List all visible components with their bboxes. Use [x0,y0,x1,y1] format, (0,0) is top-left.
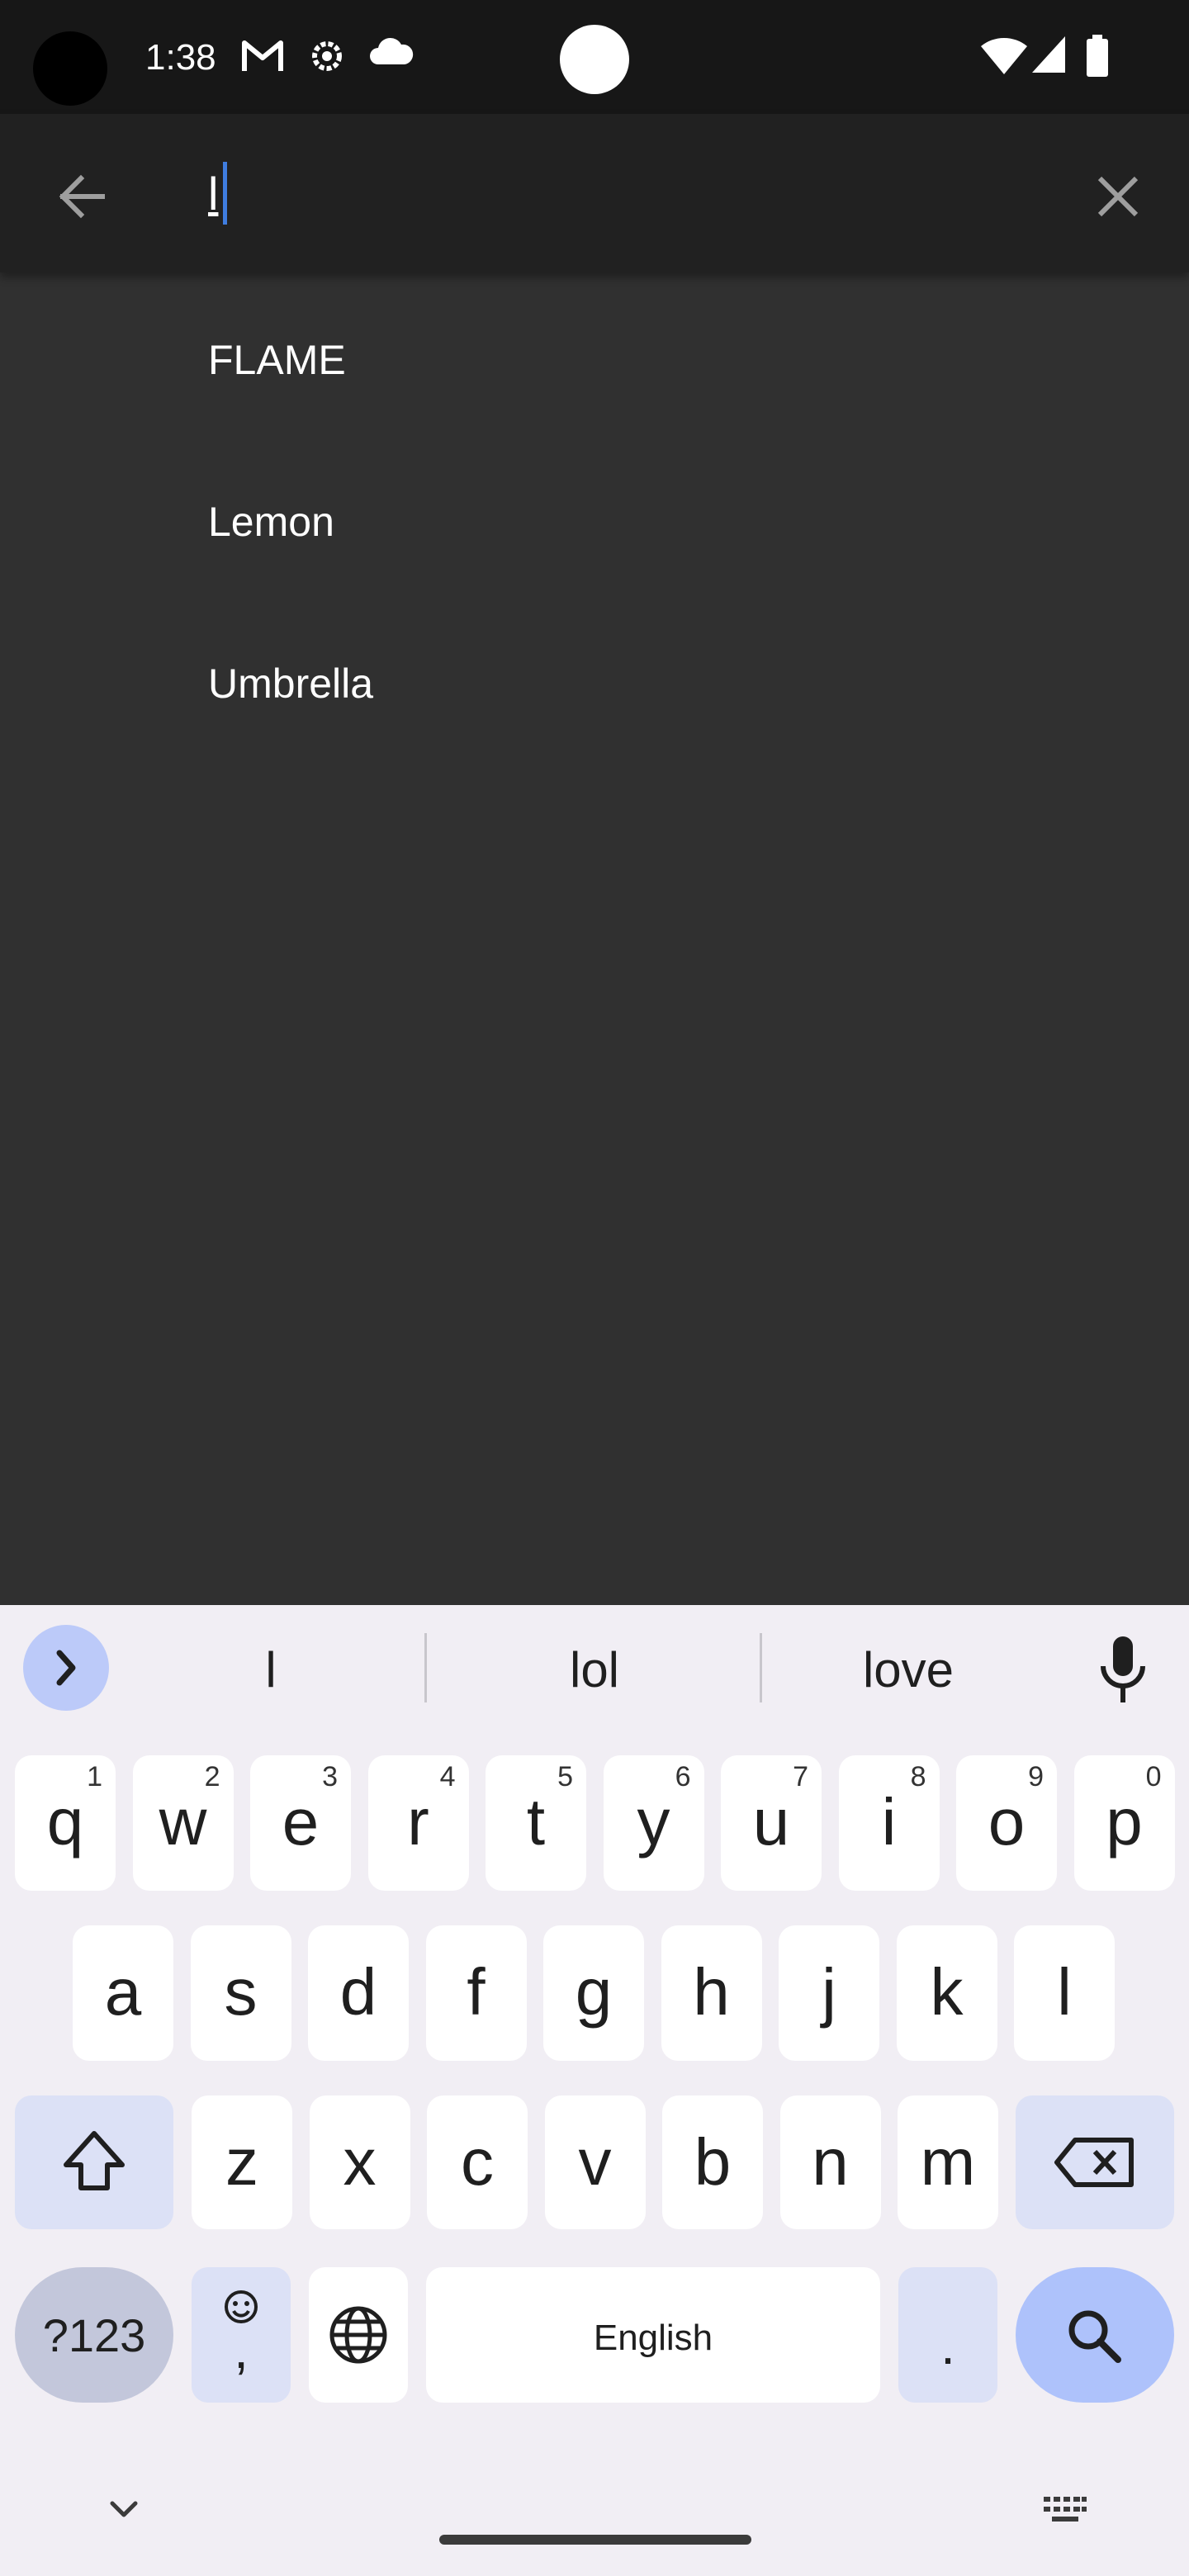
key-label: l [1057,1955,1072,2029]
signal-icon [1032,36,1065,73]
navigation-handle[interactable] [439,2535,751,2545]
prediction-divider [760,1633,762,1702]
symbols-key[interactable]: ?123 [15,2267,173,2403]
language-key[interactable] [309,2267,408,2403]
key-x[interactable]: x [309,2095,410,2229]
symbols-label: ?123 [42,2309,146,2361]
key-label: d [339,1955,377,2029]
key-v[interactable]: v [544,2095,646,2229]
wifi-icon [981,37,1027,74]
toolbar-expand-button[interactable] [23,1625,109,1711]
gmail-icon [242,40,283,71]
search-icon [1068,2310,1121,2363]
key-c[interactable]: c [427,2095,528,2229]
key-w[interactable]: w2 [132,1755,234,1891]
key-f[interactable]: f [425,1925,527,2061]
key-i[interactable]: i8 [838,1755,940,1891]
comma-label: , [234,2320,249,2379]
key-b[interactable]: b [662,2095,763,2229]
front-camera [560,25,629,94]
key-number-hint: 6 [675,1761,691,1792]
key-o[interactable]: o9 [956,1755,1057,1891]
key-label: c [461,2125,494,2199]
key-n[interactable]: n [779,2095,881,2229]
globe-icon [329,2306,387,2364]
prediction-3[interactable]: love [763,1633,1054,1707]
key-label: g [575,1955,613,2029]
key-g[interactable]: g [543,1925,644,2061]
status-time: 1:38 [145,37,216,78]
key-p[interactable]: p0 [1073,1755,1175,1891]
emoji-comma-key[interactable]: , [192,2267,291,2403]
keyboard [0,1605,1189,2576]
key-k[interactable]: k [896,1925,997,2061]
key-number-hint: 1 [87,1761,102,1792]
settings-icon [312,41,342,71]
key-number-hint: 8 [910,1761,926,1792]
backspace-icon [1054,2138,1134,2187]
close-icon[interactable] [1083,162,1153,231]
prediction-2[interactable]: lol [428,1633,761,1707]
key-y[interactable]: y6 [603,1755,704,1891]
period-label: . [940,2316,955,2375]
period-key[interactable]: . [898,2267,997,2403]
cloud-icon [370,37,414,64]
key-label: m [920,2125,976,2199]
microphone-icon[interactable] [1087,1631,1159,1707]
shift-icon [64,2131,125,2190]
key-number-hint: 2 [204,1761,220,1792]
space-key[interactable]: English [426,2267,880,2403]
key-t[interactable]: t5 [486,1755,586,1891]
key-label: b [694,2125,732,2199]
key-label: n [812,2125,849,2199]
key-s[interactable]: s [190,1925,291,2061]
backspace-key[interactable] [1016,2095,1174,2229]
key-label: j [822,1955,836,2029]
suggestion-label: Umbrella [208,661,374,707]
key-d[interactable]: d [308,1925,409,2061]
key-u[interactable]: u7 [721,1755,822,1891]
key-label: s [224,1955,258,2029]
key-q[interactable]: q1 [15,1755,116,1891]
suggestion-item[interactable]: FLAME [0,279,1189,441]
key-number-hint: 5 [557,1761,573,1792]
key-e[interactable]: e3 [250,1755,351,1891]
key-label: a [104,1955,142,2029]
key-label: k [930,1955,964,2029]
key-z[interactable]: z [192,2095,292,2229]
suggestion-item[interactable]: Umbrella [0,603,1189,765]
key-label: x [343,2125,377,2199]
key-label: z [225,2125,258,2199]
prediction-divider [424,1633,427,1702]
arrow-left-icon[interactable] [48,162,117,231]
key-m[interactable]: m [898,2095,998,2229]
chevron-right-icon [56,1650,76,1686]
space-label: English [593,2318,713,2358]
shift-key[interactable] [15,2095,173,2229]
key-r[interactable]: r4 [367,1755,469,1891]
keyboard-hide-icon[interactable] [104,2493,144,2526]
key-label: h [693,1955,730,2029]
suggestion-label: Lemon [208,499,334,545]
suggestion-label: FLAME [208,337,346,383]
key-number-hint: 0 [1145,1761,1162,1792]
key-number-hint: 7 [793,1761,808,1792]
key-number-hint: 3 [322,1761,338,1792]
key-a[interactable]: a [73,1925,173,2061]
prediction-1[interactable]: l [116,1633,426,1707]
keyboard-switch-icon[interactable] [1042,2493,1088,2526]
key-number-hint: 9 [1028,1761,1044,1792]
key-label: f [467,1955,486,2029]
key-j[interactable]: j [779,1925,879,2061]
key-number-hint: 4 [439,1761,456,1792]
key-label: v [578,2125,612,2199]
search-key[interactable] [1016,2267,1174,2403]
camera-cutout [33,31,107,106]
key-h[interactable]: h [661,1925,762,2061]
suggestion-item[interactable]: Lemon [0,441,1189,603]
key-l[interactable]: l [1014,1925,1115,2061]
battery-icon [1087,35,1108,77]
